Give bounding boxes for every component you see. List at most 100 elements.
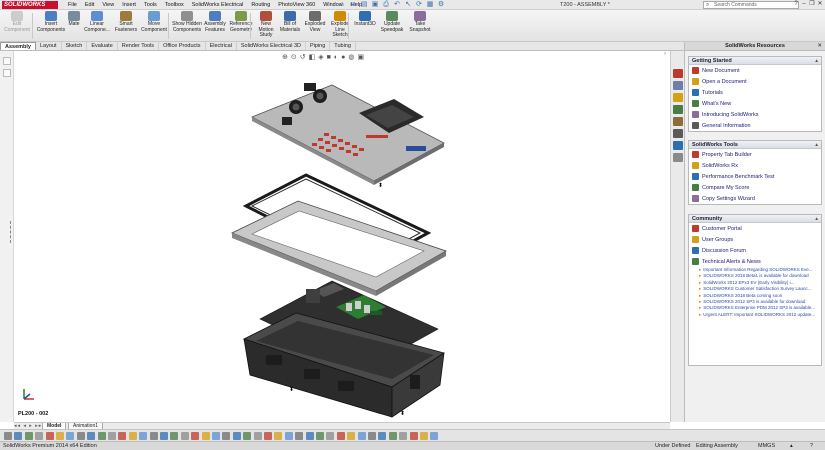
toolbar-tool-icon[interactable]	[243, 432, 252, 440]
open-icon[interactable]: ▤	[360, 1, 368, 9]
link-performance-benchmark-test[interactable]: Performance Benchmark Test	[689, 171, 821, 182]
exploded-view-button[interactable]: Exploded View	[302, 11, 328, 41]
pin-icon[interactable]: ✕	[817, 42, 822, 51]
help-icon[interactable]: ?	[810, 442, 813, 450]
link-introducing-solidworks[interactable]: Introducing SolidWorks	[689, 109, 821, 120]
file-explorer-tab-icon[interactable]	[673, 93, 683, 102]
toolbar-tool-icon[interactable]	[35, 432, 44, 440]
file-properties-icon[interactable]: ▦	[426, 1, 434, 9]
toolbar-tool-icon[interactable]	[66, 432, 75, 440]
menu-item-insert[interactable]: Insert	[118, 1, 140, 9]
link-customer-portal[interactable]: Customer Portal	[689, 223, 821, 234]
toolbar-tool-icon[interactable]	[295, 432, 304, 440]
bill-of-materials-button[interactable]: Bill of Materials	[278, 11, 302, 41]
close-icon[interactable]: ✕	[817, 1, 823, 8]
toolbar-tool-icon[interactable]	[222, 432, 231, 440]
solidworks-logo[interactable]: SOLIDWORKS	[2, 1, 58, 9]
toolbar-tool-icon[interactable]	[160, 432, 168, 440]
tab-render-tools[interactable]: Render Tools	[118, 42, 160, 50]
menu-item-view[interactable]: View	[98, 1, 118, 9]
graphics-area[interactable]: ⊕ ⊙ ↺ ◧ ◈ ■ ◐ ● ◍ ▣ ⬍ ⬍ ⬍ PL200 - 002 ›	[14, 51, 670, 422]
link-new-document[interactable]: New Document	[689, 65, 821, 76]
toolbar-tool-icon[interactable]	[253, 432, 262, 440]
save-icon[interactable]: ▣	[371, 1, 379, 9]
menu-item-photoview-360[interactable]: PhotoView 360	[274, 1, 319, 9]
print-icon[interactable]: ⎙	[382, 1, 390, 9]
toolbar-tool-icon[interactable]	[388, 432, 397, 440]
appearances-tab-icon[interactable]	[673, 129, 683, 138]
link-solidworks-rx[interactable]: SolidWorks Rx	[689, 160, 821, 171]
toolbar-tool-icon[interactable]	[4, 432, 12, 440]
toolbar-tool-icon[interactable]	[305, 432, 314, 440]
search-tab-icon[interactable]	[673, 105, 683, 114]
link-tutorials[interactable]: Tutorials	[689, 87, 821, 98]
resources-tab-icon[interactable]	[673, 69, 683, 78]
toolbar-tool-icon[interactable]	[45, 432, 54, 440]
tab-office-products[interactable]: Office Products	[159, 42, 206, 50]
solidworks-tools-title[interactable]: SolidWorks Tools ▴	[689, 141, 821, 149]
toolbar-tool-icon[interactable]	[274, 432, 283, 440]
design-library-tab-icon[interactable]	[673, 81, 683, 90]
toolbar-tool-icon[interactable]	[378, 432, 387, 440]
tab-tubing[interactable]: Tubing	[330, 42, 356, 50]
link-what-s-new[interactable]: What's New	[689, 98, 821, 109]
toolbar-tool-icon[interactable]	[24, 432, 33, 440]
toolbar-tool-icon[interactable]	[14, 432, 23, 440]
toolbar-tool-icon[interactable]	[326, 432, 335, 440]
toolbar-tool-icon[interactable]	[118, 432, 127, 440]
tab-solidworks-electrical-3d[interactable]: SolidWorks Electrical 3D	[237, 42, 306, 50]
tab-assembly[interactable]: Assembly	[0, 42, 36, 50]
instant3d-button[interactable]: Instant3D	[352, 11, 378, 41]
toolbar-tool-icon[interactable]	[170, 432, 179, 440]
toolbar-tool-icon[interactable]	[357, 432, 366, 440]
getting-started-title[interactable]: Getting Started ▴	[689, 57, 821, 65]
toolbar-tool-icon[interactable]	[399, 432, 408, 440]
toolbar-tool-icon[interactable]	[76, 432, 85, 440]
menu-item-file[interactable]: File	[64, 1, 81, 9]
property-manager-icon[interactable]	[3, 69, 11, 77]
select-icon[interactable]: ↖	[404, 1, 412, 9]
move-component-button[interactable]: Move Component	[138, 11, 170, 41]
assembly-features-button[interactable]: Assembly Features	[202, 11, 228, 41]
toolbar-tool-icon[interactable]	[284, 432, 293, 440]
search-commands-input[interactable]: ⌕ Search Commands	[703, 1, 799, 9]
toolbar-tool-icon[interactable]	[430, 432, 439, 440]
menu-item-solidworks-electrical[interactable]: SolidWorks Electrical	[188, 1, 248, 9]
undo-icon[interactable]: ↶	[393, 1, 401, 9]
home-icon[interactable]: ⌂	[338, 1, 346, 9]
toolbar-tool-icon[interactable]	[191, 432, 200, 440]
new-doc-icon[interactable]: ▭	[349, 1, 357, 9]
toolbar-tool-icon[interactable]	[149, 432, 158, 440]
toolbar-tool-icon[interactable]	[409, 432, 418, 440]
update-speedpak-button[interactable]: Update Speedpak	[378, 11, 406, 41]
units-dropdown-icon[interactable]: ▴	[790, 442, 793, 450]
collapse-icon[interactable]: ▴	[815, 141, 818, 149]
minimize-icon[interactable]: –	[801, 1, 807, 8]
menu-item-routing[interactable]: Routing	[247, 1, 274, 9]
toolbar-tool-icon[interactable]	[97, 432, 106, 440]
show-hidden-components-button[interactable]: Show Hidden Components	[172, 11, 202, 41]
link-compare-my-score[interactable]: Compare My Score	[689, 182, 821, 193]
tab-layout[interactable]: Layout	[36, 42, 62, 50]
new-motion-study-button[interactable]: New Motion Study	[254, 11, 278, 41]
restore-icon[interactable]: ❐	[809, 1, 815, 8]
tab-evaluate[interactable]: Evaluate	[87, 42, 118, 50]
toolbar-tool-icon[interactable]	[232, 432, 241, 440]
toolbar-tool-icon[interactable]	[264, 432, 272, 440]
menu-item-tools[interactable]: Tools	[140, 1, 161, 9]
news-item[interactable]: SOLIDWORKS 2018 Beta1 is available for d…	[689, 273, 821, 279]
edit-component-button[interactable]: Edit Component	[2, 11, 32, 41]
menu-item-toolbox[interactable]: Toolbox	[161, 1, 188, 9]
toolbar-tool-icon[interactable]	[336, 432, 345, 440]
toolbar-tool-icon[interactable]	[128, 432, 137, 440]
toolbar-tool-icon[interactable]	[347, 432, 356, 440]
link-copy-settings-wizard[interactable]: Copy Settings Wizard	[689, 193, 821, 204]
menu-item-edit[interactable]: Edit	[81, 1, 98, 9]
tab-electrical[interactable]: Electrical	[206, 42, 237, 50]
insert-components-button[interactable]: Insert Components	[36, 11, 66, 41]
rebuild-icon[interactable]: ⟳	[415, 1, 423, 9]
mate-button[interactable]: Mate	[66, 11, 82, 41]
help-icon[interactable]: ?	[793, 1, 799, 8]
tab-sketch[interactable]: Sketch	[62, 42, 88, 50]
news-item[interactable]: SOLIDWORKS Enterprise PDM 2012 SP3 is av…	[689, 305, 821, 311]
